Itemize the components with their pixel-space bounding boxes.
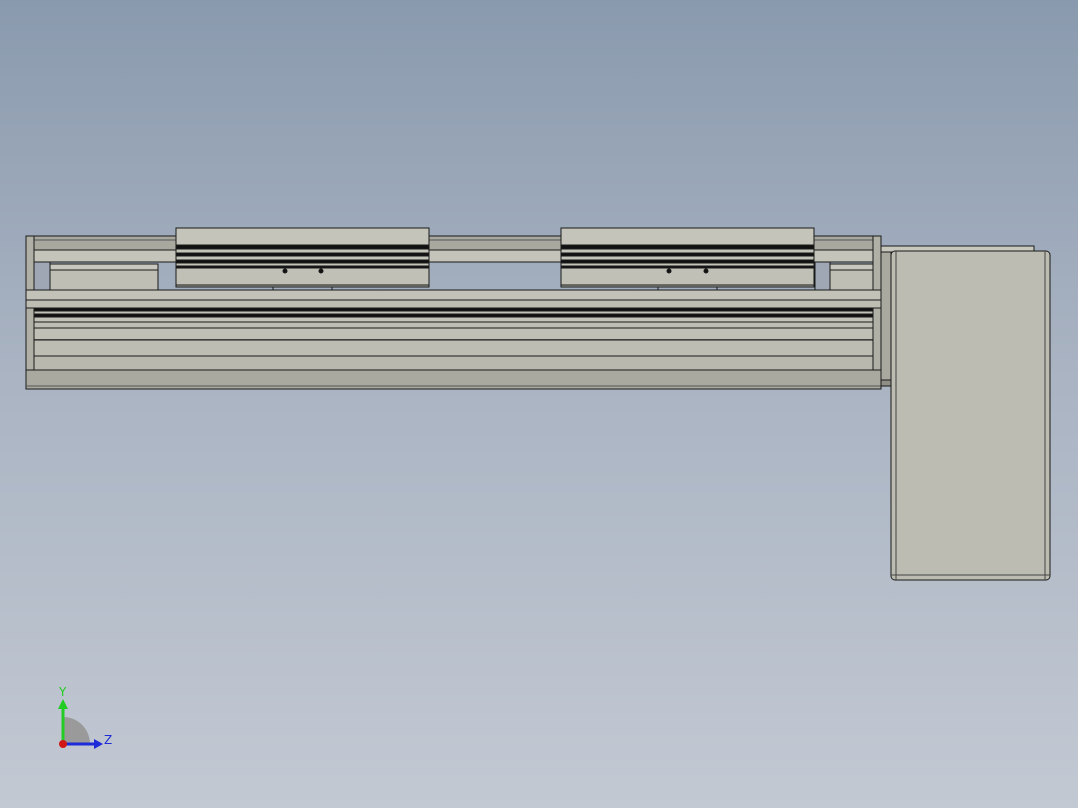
triad-plane: [63, 717, 90, 744]
z-axis-label: Z: [104, 733, 112, 747]
motor-housing[interactable]: [890, 250, 1051, 581]
actuator-body[interactable]: [25, 289, 882, 390]
end-block-left[interactable]: [33, 261, 159, 291]
end-block-right[interactable]: [814, 261, 874, 291]
orientation-triad: Y Z: [58, 685, 112, 749]
cad-graphics-viewport[interactable]: Y Z: [0, 0, 1078, 808]
z-axis-arrowhead: [94, 739, 103, 749]
carriage-right[interactable]: [560, 227, 815, 290]
y-axis-arrowhead: [58, 699, 68, 709]
y-axis-label: Y: [58, 685, 67, 699]
carriage-left[interactable]: [175, 227, 430, 290]
x-axis-point: [59, 740, 67, 748]
cad-model[interactable]: [0, 0, 1078, 808]
